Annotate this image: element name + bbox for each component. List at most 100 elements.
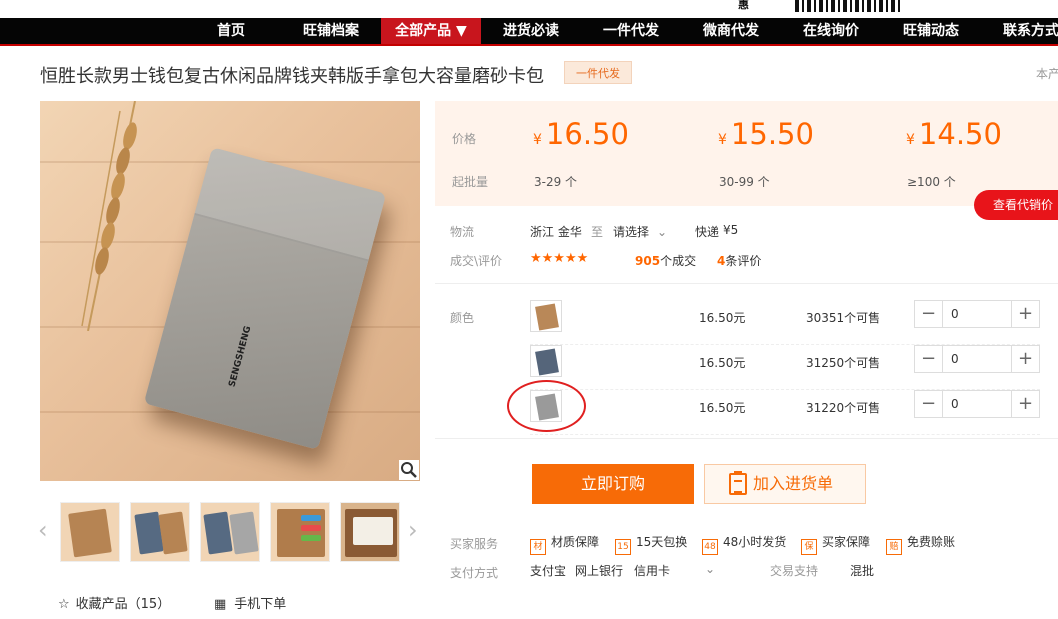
top-strip: 惠 xyxy=(0,0,1058,18)
reviews-text: 条评价 xyxy=(725,254,762,268)
chevron-down-icon[interactable]: ⌄ xyxy=(705,562,715,576)
view-agent-price-button[interactable]: 查看代销价 xyxy=(974,190,1058,220)
swatch-wallet xyxy=(535,348,559,376)
currency-symbol: ¥ xyxy=(533,132,542,148)
main-nav: 首页 旺铺档案 全部产品 ▼ 进货必读 一件代发 微商代发 在线询价 旺铺动态 … xyxy=(0,18,1058,46)
highlight-circle xyxy=(507,380,586,432)
favorite-product[interactable]: ☆ 收藏产品（15） xyxy=(58,593,170,612)
quantity-input[interactable] xyxy=(944,346,1011,372)
nav-item-contact[interactable]: 联系方式 xyxy=(996,18,1058,44)
thumb-wallet xyxy=(203,511,233,555)
minus-icon[interactable]: − xyxy=(915,391,943,417)
min-qty-label: 起批量 xyxy=(452,175,489,189)
dropship-tag[interactable]: 一件代发 xyxy=(564,61,632,84)
nav-item-dropship[interactable]: 一件代发 xyxy=(596,18,666,44)
clipboard-icon xyxy=(729,471,747,495)
product-title: 恒胜长款男士钱包复古休闲品牌钱夹韩版手拿包大容量磨砂卡包 xyxy=(40,66,544,87)
quantity-stepper: − + xyxy=(914,345,1040,373)
thumb-wallet xyxy=(229,511,259,555)
service-protection[interactable]: 保买家保障 xyxy=(801,533,870,555)
reviews-count[interactable]: 4条评价 xyxy=(717,252,761,269)
color-swatch-blue[interactable] xyxy=(530,345,562,377)
destination-select[interactable]: 请选择 ⌄ xyxy=(613,223,667,240)
rating-stars: ★★★★★ xyxy=(530,251,589,266)
payment-label: 支付方式 xyxy=(450,566,499,580)
quantity-input[interactable] xyxy=(944,391,1011,417)
thumbnail-5[interactable] xyxy=(340,502,400,562)
payment-online-bank[interactable]: 网上银行 xyxy=(575,562,623,579)
swatch-wallet xyxy=(535,303,559,331)
plus-icon[interactable]: + xyxy=(1011,391,1039,417)
main-product-image[interactable]: SENGSHENG xyxy=(40,101,420,481)
nav-item-wechat-dropship[interactable]: 微商代发 xyxy=(696,18,766,44)
price-value: 14.50 xyxy=(918,117,1002,151)
thumbnail-3[interactable] xyxy=(200,502,260,562)
thumbnail-1[interactable] xyxy=(60,502,120,562)
add-to-cart-label: 加入进货单 xyxy=(753,474,834,493)
service-material[interactable]: 材材质保障 xyxy=(530,533,599,555)
chevron-left-icon[interactable]: ‹ xyxy=(38,518,48,542)
color-stock: 31250个可售 xyxy=(806,356,881,370)
quantity-input[interactable] xyxy=(944,301,1011,327)
service-text: 买家保障 xyxy=(822,535,871,549)
plus-icon[interactable]: + xyxy=(1011,346,1039,372)
color-option-row: 16.50元 30351个可售 − + xyxy=(530,300,1040,345)
price-value: 16.50 xyxy=(545,117,629,151)
service-credit[interactable]: 赔免费赊账 xyxy=(886,533,955,555)
corner-text: 本产 xyxy=(1036,67,1058,81)
orders-count[interactable]: 905个成交 xyxy=(635,252,696,269)
wallet-photo: SENGSHENG xyxy=(143,147,387,450)
plus-icon[interactable]: + xyxy=(1011,301,1039,327)
divider xyxy=(435,438,1058,439)
nav-item-shop-news[interactable]: 旺铺动态 xyxy=(896,18,966,44)
destination-select-label: 请选择 xyxy=(613,225,650,239)
qr-grid-icon: ▦ xyxy=(214,597,227,612)
service-shipping[interactable]: 48 48小时发货 xyxy=(702,533,786,555)
logistics-label: 物流 xyxy=(450,225,475,239)
nav-item-home[interactable]: 首页 xyxy=(200,18,262,44)
color-swatch-brown[interactable] xyxy=(530,300,562,332)
price-tier-1: ¥16.50 xyxy=(533,117,629,151)
price-tier-2: ¥15.50 xyxy=(718,117,814,151)
qty-range-1: 3-29 个 xyxy=(534,175,578,189)
payment-credit-card[interactable]: 信用卡 xyxy=(634,562,670,579)
color-price: 16.50元 xyxy=(699,401,746,415)
service-exchange[interactable]: 15 15天包换 xyxy=(615,533,687,555)
chevron-right-icon[interactable]: › xyxy=(408,518,418,542)
add-to-cart-button[interactable]: 加入进货单 xyxy=(704,464,866,504)
currency-symbol: ¥ xyxy=(906,132,915,148)
color-option-row: 16.50元 31220个可售 − + xyxy=(530,390,1040,435)
service-text: 15天包换 xyxy=(636,535,688,549)
thumbnail-2[interactable] xyxy=(130,502,190,562)
quantity-stepper: − + xyxy=(914,300,1040,328)
exchange-icon: 15 xyxy=(615,539,631,555)
nav-item-buying-guide[interactable]: 进货必读 xyxy=(496,18,566,44)
mobile-order[interactable]: ▦ 手机下单 xyxy=(214,593,286,612)
nav-item-inquiry[interactable]: 在线询价 xyxy=(796,18,866,44)
orders-text: 个成交 xyxy=(660,254,697,268)
wheat-decoration xyxy=(81,101,137,331)
minus-icon[interactable]: − xyxy=(915,301,943,327)
service-text: 免费赊账 xyxy=(907,535,956,549)
price-tier-3: ¥14.50 xyxy=(906,117,1002,151)
qr-code-icon xyxy=(795,0,903,12)
nav-item-shop-profile[interactable]: 旺铺档案 xyxy=(296,18,366,44)
minus-icon[interactable]: − xyxy=(915,346,943,372)
thumb-wallet xyxy=(68,508,112,558)
trade-support-label: 交易支持 xyxy=(770,564,819,578)
shipping-icon: 48 xyxy=(702,539,718,555)
nav-item-all-products[interactable]: 全部产品 ▼ xyxy=(381,18,481,44)
logistics-origin: 浙江 金华 xyxy=(530,225,582,239)
services-label: 买家服务 xyxy=(450,537,499,551)
payment-alipay[interactable]: 支付宝 xyxy=(530,562,566,579)
express-fee: ¥5 xyxy=(723,223,739,237)
thumb-card xyxy=(301,535,321,541)
orders-number: 905 xyxy=(635,254,661,268)
color-option-row: 16.50元 31250个可售 − + xyxy=(530,345,1040,390)
color-price: 16.50元 xyxy=(699,311,746,325)
wallet-logo: SENGSHENG xyxy=(227,325,254,389)
qty-range-2: 30-99 个 xyxy=(719,175,770,189)
buy-now-button[interactable]: 立即订购 xyxy=(532,464,694,504)
thumbnail-4[interactable] xyxy=(270,502,330,562)
zoom-icon[interactable] xyxy=(399,460,419,480)
